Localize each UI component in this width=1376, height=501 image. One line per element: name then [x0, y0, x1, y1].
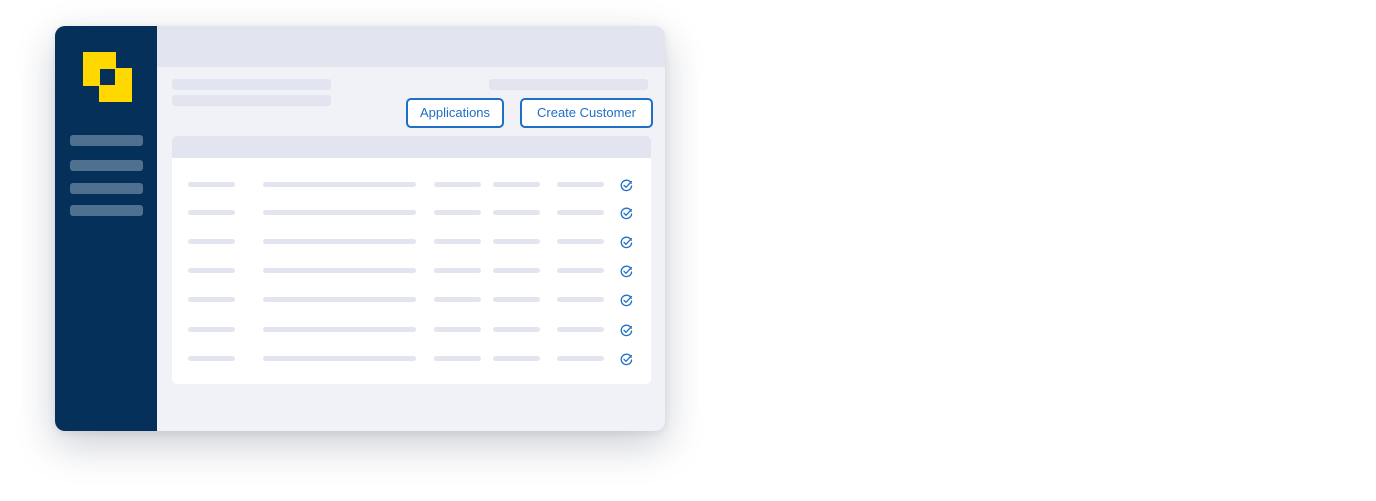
table-cell-placeholder — [263, 210, 416, 215]
check-circle-icon[interactable] — [620, 324, 633, 337]
page-subtitle-placeholder — [172, 95, 331, 106]
table-cell-placeholder — [557, 297, 604, 302]
sidebar-item-2[interactable] — [70, 160, 143, 171]
table-cell-placeholder — [434, 210, 481, 215]
table-cell-placeholder — [263, 356, 416, 361]
table-cell-placeholder — [263, 327, 416, 332]
check-circle-icon[interactable] — [620, 207, 633, 220]
table-row[interactable] — [172, 234, 651, 250]
page-title-placeholder — [172, 79, 331, 90]
check-circle-icon[interactable] — [620, 353, 633, 366]
check-circle-icon[interactable] — [620, 265, 633, 278]
brand-logo-icon[interactable] — [83, 52, 132, 102]
check-circle-icon[interactable] — [620, 179, 633, 192]
applications-button[interactable]: Applications — [406, 98, 504, 128]
table-cell-placeholder — [493, 356, 540, 361]
table-row[interactable] — [172, 292, 651, 308]
table-cell-placeholder — [263, 297, 416, 302]
table-cell-placeholder — [557, 210, 604, 215]
table-cell-placeholder — [188, 356, 235, 361]
table-row[interactable] — [172, 351, 651, 367]
table-cell-placeholder — [493, 268, 540, 273]
table-cell-placeholder — [493, 182, 540, 187]
app-window: Applications Create Customer — [55, 26, 665, 431]
table-cell-placeholder — [557, 268, 604, 273]
create-customer-button[interactable]: Create Customer — [520, 98, 653, 128]
sidebar-item-3[interactable] — [70, 183, 143, 194]
table-cell-placeholder — [188, 210, 235, 215]
table-row[interactable] — [172, 205, 651, 221]
data-table — [172, 136, 651, 384]
table-cell-placeholder — [557, 182, 604, 187]
table-cell-placeholder — [263, 239, 416, 244]
table-cell-placeholder — [434, 239, 481, 244]
sidebar — [55, 26, 157, 431]
table-cell-placeholder — [188, 182, 235, 187]
table-cell-placeholder — [493, 297, 540, 302]
table-row[interactable] — [172, 263, 651, 279]
top-bar — [157, 26, 665, 67]
table-cell-placeholder — [493, 239, 540, 244]
table-cell-placeholder — [557, 239, 604, 244]
table-cell-placeholder — [263, 268, 416, 273]
table-cell-placeholder — [188, 327, 235, 332]
table-cell-placeholder — [493, 327, 540, 332]
table-cell-placeholder — [434, 297, 481, 302]
sidebar-item-1[interactable] — [70, 135, 143, 146]
table-row[interactable] — [172, 177, 651, 193]
table-cell-placeholder — [188, 297, 235, 302]
check-circle-icon[interactable] — [620, 294, 633, 307]
table-cell-placeholder — [557, 356, 604, 361]
table-cell-placeholder — [188, 239, 235, 244]
table-cell-placeholder — [434, 327, 481, 332]
table-cell-placeholder — [557, 327, 604, 332]
table-header — [172, 136, 651, 158]
table-cell-placeholder — [434, 182, 481, 187]
header-meta-placeholder — [489, 79, 648, 90]
sidebar-item-4[interactable] — [70, 205, 143, 216]
table-cell-placeholder — [493, 210, 540, 215]
table-cell-placeholder — [188, 268, 235, 273]
check-circle-icon[interactable] — [620, 236, 633, 249]
table-cell-placeholder — [434, 356, 481, 361]
table-cell-placeholder — [434, 268, 481, 273]
table-cell-placeholder — [263, 182, 416, 187]
table-row[interactable] — [172, 322, 651, 338]
